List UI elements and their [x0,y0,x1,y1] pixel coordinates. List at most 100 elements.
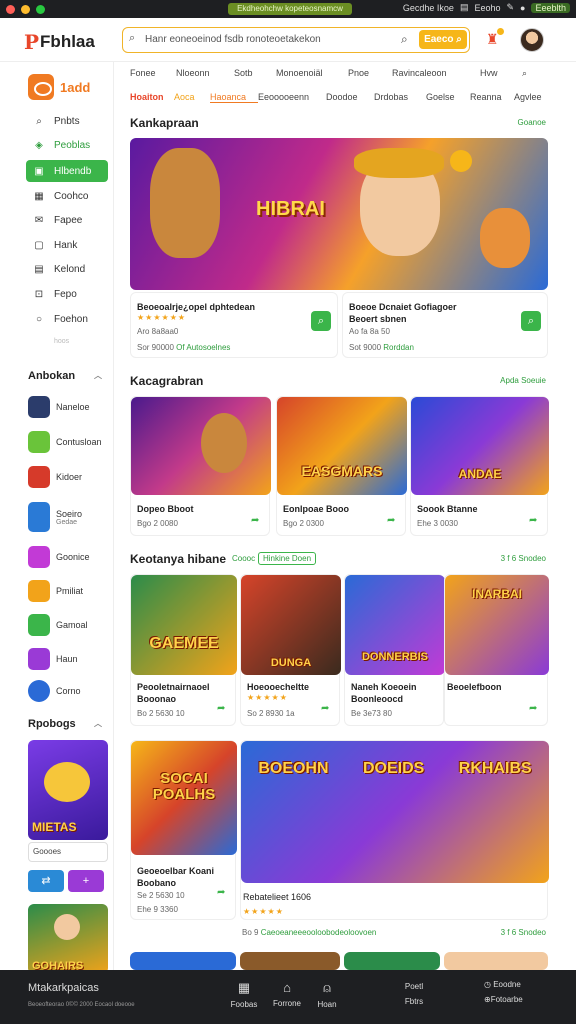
search-button[interactable]: Eaeco ⌕ [419,30,467,49]
game-thumbnail-peek[interactable] [344,952,440,970]
search-icon[interactable]: ⌕ [522,68,538,79]
share-icon[interactable]: ➦ [529,515,537,526]
featured-card[interactable]: Boeoe Dcnaiet Gofiagoer Beoert sbnen Ao … [342,292,548,358]
sidebar-app[interactable]: Pmiliat [28,580,83,602]
sidebar-item-9[interactable]: ○ Foehon [26,308,108,330]
search-icon[interactable]: ⌕ [401,32,408,47]
game-card[interactable]: Dopeo Bboot Bgo 2 0080 ➦ [130,396,271,536]
tab[interactable]: Monoenoiäl [276,68,348,79]
sidebar-item-1[interactable]: ⌕ Pnbts [26,110,108,132]
sidebar-app[interactable]: Contusloan [28,431,102,453]
see-all-link[interactable]: 3 f 6 Snodeo [501,928,546,937]
search-input[interactable]: Hanr eoneoeinod fsdb ronoteoetakekon [145,34,321,45]
pin-icon[interactable]: ✎ [506,2,514,13]
share-icon[interactable]: ➦ [217,887,225,898]
game-card[interactable]: GAEMEE Peooletnairnaoel Booonao Bo 2 563… [130,574,237,726]
sidebar-section-title: Rpobogs ︿ [28,718,102,730]
chevron-up-icon[interactable]: ︿ [94,370,102,381]
tab[interactable]: Doodoe [326,92,374,103]
brand-logo[interactable]: P Fbhlaa [24,30,95,54]
hero-title: HIBRAI [256,198,325,220]
bottom-nav-item[interactable]: ◷ Eoodne ⊕ Fotoarbe [484,980,544,1004]
sidebar-item-6[interactable]: ▢ Hank [26,234,108,256]
sidebar-item-2[interactable]: ◈ Peoblas [26,134,108,156]
see-all-link[interactable]: Goanoe [518,118,546,127]
share-icon[interactable]: ➦ [321,703,329,714]
section-tag-badge[interactable]: Hinkine Doen [258,552,317,565]
featured-card[interactable]: Beoeoalrje¿opel dphtedean ★★★★★★ Aro 8a8… [130,292,338,358]
bottom-nav-item[interactable]: Poetl Fbtrs [396,982,432,1006]
sidebar-app[interactable]: Goonice [28,546,90,568]
maximize-window-button[interactable] [36,4,45,14]
sidebar-app[interactable]: Haun [28,648,78,670]
bottom-nav-item[interactable]: ▦ Foobas [228,980,260,1009]
search-bar[interactable]: ⌕ Hanr eoneoeinod fsdb ronoteoetakekon ⌕… [122,27,470,53]
user-icon[interactable]: ● [520,3,525,13]
game-card-wide[interactable]: BOEOHN DOEIDS RKHAIBS Rebatelieet 1606 ★… [240,740,549,920]
sidebar-app[interactable]: Corno [28,680,81,702]
app-icon [28,680,50,702]
avatar[interactable] [520,28,544,52]
section-tag[interactable]: Coooc [232,554,255,563]
minimize-window-button[interactable] [21,4,30,14]
hero-banner[interactable]: HIBRAI [130,138,548,290]
game-thumbnail-peek[interactable] [444,952,548,970]
tab[interactable]: Sotb [234,68,276,79]
sidebar-app[interactable]: Naneloe [28,396,90,418]
share-icon[interactable]: ➦ [529,703,537,714]
sidebar-app[interactable]: Kidoer [28,466,82,488]
game-card[interactable]: ANDAE Soook Btanne Ehe 3 0030 ➦ [410,396,549,536]
game-thumbnail-peek[interactable] [240,952,340,970]
sidebar-item-5[interactable]: ✉ Fapee [26,209,108,231]
tab[interactable]: Agvlee [514,92,548,103]
promo-card-2[interactable]: GOHAIRS [28,904,108,974]
sidebar-item-4[interactable]: ▦ Coohco [26,185,108,207]
tab[interactable]: Drdobas [374,92,426,103]
sidebar-more[interactable]: hoos [54,338,69,345]
add-button[interactable]: + [68,870,104,892]
tab[interactable]: Nloeonn [176,68,234,79]
tab[interactable]: Goelse [426,92,470,103]
app-logo-icon[interactable] [28,74,54,100]
tab[interactable]: Ravincaleoon [392,68,480,79]
bottom-nav-item[interactable]: ⌂ Forrone [270,980,304,1008]
tab[interactable]: Reanna [470,92,514,103]
share-icon[interactable]: ➦ [387,515,395,526]
sidebar-item-7[interactable]: ▤ Kelond [26,258,108,280]
tab[interactable]: Pnoe [348,68,392,79]
close-window-button[interactable] [6,4,15,14]
game-thumbnail-peek[interactable] [130,952,236,970]
promo-card[interactable]: MIETAS [28,740,108,840]
game-card[interactable]: EASGMARS Eonlpoae Booo Bgo 2 0300 ➦ [276,396,407,536]
tab[interactable]: Eeooooeenn [258,92,326,103]
tab-active[interactable]: Hoaiton [130,92,174,103]
app-icon [28,546,50,568]
game-card[interactable]: DONNERBIS Naneh Koeoein Boonleoocd Be 3e… [344,574,445,726]
tab[interactable]: Fonee [130,68,176,79]
download-button[interactable]: ⌕ [521,311,541,331]
titlebar-badge[interactable]: Eeeblth [531,2,570,13]
bottom-nav-item[interactable]: ⍝ Hoan [312,980,342,1009]
download-button[interactable]: ⌕ [311,311,331,331]
sidebar-item-3[interactable]: ▣ Hlbendb [26,160,108,182]
share-button[interactable]: ⇄ [28,870,64,892]
sidebar-app[interactable]: Gamoal [28,614,88,636]
game-card[interactable]: SOCAI POALHS Geoeoelbar Koani Boobano Se… [130,740,237,920]
titlebar-address[interactable]: Ekdheohchw kopeteosnamcw [228,3,352,15]
see-all-link[interactable]: Apda Soeuie [500,376,546,385]
sidebar-app[interactable]: Soeiro Gedae [28,502,82,532]
sidebar-item-8[interactable]: ⊡ Fepo [26,283,108,305]
promo-card-label[interactable]: Goooes [28,842,108,862]
document-icon[interactable]: ▤ [460,2,469,13]
tab[interactable]: Aoca [174,92,210,103]
sidebar-item-label: Hank [54,239,78,251]
tab[interactable]: Hvw [480,68,522,79]
game-card[interactable]: INARBAI Beoelefboon ➦ [444,574,549,726]
see-all-link[interactable]: 3 f 6 Snodeo [501,554,546,563]
share-icon[interactable]: ➦ [217,703,225,714]
game-card[interactable]: DUNGA Hoeooecheltte ★★★★★ So 2 8930 1a ➦ [240,574,341,726]
tab[interactable]: Haoanca [210,92,258,103]
chevron-up-icon[interactable]: ︿ [94,718,102,729]
share-icon[interactable]: ➦ [251,515,259,526]
main-content: Fonee Nloeonn Sotb Monoenoiäl Pnoe Ravin… [114,62,576,970]
